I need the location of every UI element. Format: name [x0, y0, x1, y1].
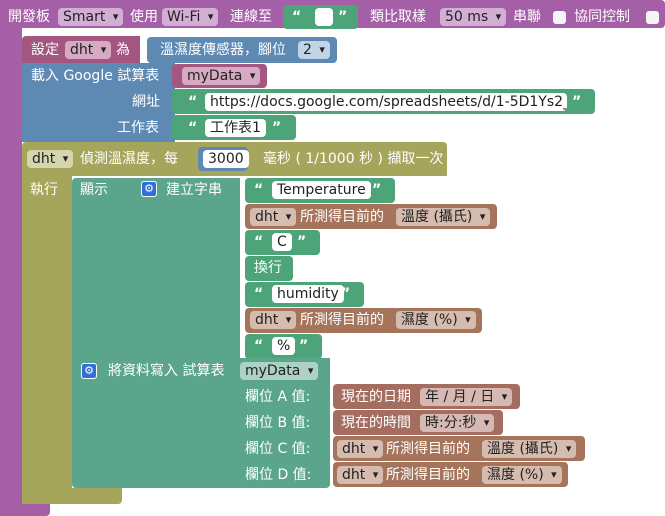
network-type-dropdown[interactable]: Wi-Fi: [162, 8, 219, 26]
newline-label: 換行: [254, 260, 282, 276]
load-sheet-label: 載入 Google 試算表: [31, 68, 160, 84]
interval-unit-label: 毫秒 ( 1/1000 秒 ) 擷取一次: [263, 151, 444, 167]
sensor-var-dropdown[interactable]: dht: [337, 440, 384, 458]
close-quote-icon: ”: [299, 338, 309, 354]
set-label: 設定: [31, 42, 59, 58]
open-quote-icon: “: [254, 286, 264, 302]
sensor-var-dropdown[interactable]: dht: [250, 311, 297, 329]
write-sheet-var-dropdown[interactable]: myData: [240, 362, 319, 380]
temperature-option-dropdown[interactable]: 溫度 (攝氏): [482, 440, 577, 458]
sample-rate-dropdown[interactable]: 50 ms: [440, 8, 507, 26]
sensor-var-dropdown[interactable]: dht: [250, 208, 297, 226]
open-quote-icon: “: [254, 234, 264, 250]
close-quote-icon: ”: [272, 120, 282, 136]
url-label: 網址: [132, 94, 160, 110]
close-quote-icon: ”: [341, 286, 351, 302]
gear-icon[interactable]: ⚙: [141, 181, 157, 197]
board-label-use: 使用: [130, 9, 158, 25]
detect-loop-footer: [22, 488, 122, 504]
close-quote-icon: ”: [338, 9, 348, 25]
board-type-dropdown[interactable]: Smart: [58, 8, 124, 26]
column-c-label: 欄位 C 值:: [245, 441, 311, 457]
url-field[interactable]: https://docs.google.com/spreadsheets/d/1…: [205, 93, 567, 111]
temperature-option-dropdown[interactable]: 溫度 (攝氏): [396, 208, 491, 226]
column-a-label: 欄位 A 值:: [245, 389, 311, 405]
open-quote-icon: “: [254, 182, 264, 198]
serial-checkbox[interactable]: [553, 11, 566, 24]
temperature-text-field[interactable]: Temperature: [272, 181, 371, 199]
sensor-label: 溫濕度傳感器，腳位: [160, 42, 286, 58]
measured-label: 所測得目前的: [300, 209, 384, 225]
display-block[interactable]: [72, 178, 132, 358]
create-string-block[interactable]: [130, 178, 240, 358]
variable-dropdown[interactable]: dht: [65, 41, 112, 59]
loop-variable-dropdown[interactable]: dht: [27, 150, 74, 168]
close-quote-icon: ”: [572, 94, 582, 110]
sheet-variable-dropdown[interactable]: myData: [182, 67, 261, 85]
column-d-label: 欄位 D 值:: [245, 467, 312, 483]
interval-field[interactable]: 3000: [203, 150, 249, 168]
humidity-option-dropdown[interactable]: 濕度 (%): [396, 311, 476, 329]
detect-label: 偵測溫濕度，每: [80, 151, 178, 167]
board-block-body: [0, 28, 22, 516]
percent-text-field[interactable]: %: [272, 337, 296, 355]
date-format-dropdown[interactable]: 年 / 月 / 日: [420, 388, 513, 406]
board-label-serial: 串聯: [513, 9, 541, 25]
sensor-var-dropdown[interactable]: dht: [337, 466, 384, 484]
as-label: 為: [116, 42, 130, 58]
coop-checkbox[interactable]: [646, 11, 659, 24]
worksheet-label: 工作表: [117, 120, 159, 136]
write-sheet-label: 將資料寫入 試算表: [108, 363, 225, 379]
close-quote-icon: ”: [372, 182, 382, 198]
display-label: 顯示: [80, 182, 108, 198]
current-time-label: 現在的時間: [341, 415, 411, 431]
measured-label: 所測得目前的: [300, 312, 384, 328]
detect-loop-body: [22, 176, 72, 504]
humidity-option-dropdown[interactable]: 濕度 (%): [482, 466, 562, 484]
open-quote-icon: “: [188, 94, 198, 110]
close-quote-icon: ”: [297, 234, 307, 250]
board-label-coop: 協同控制: [574, 9, 630, 25]
board-label-open: 開發板: [8, 9, 50, 25]
open-quote-icon: “: [188, 120, 198, 136]
open-quote-icon: “: [254, 338, 264, 354]
board-label-connect: 連線至: [230, 9, 272, 25]
board-label-sample: 類比取樣: [370, 9, 426, 25]
measured-label: 所測得目前的: [386, 441, 470, 457]
create-string-label: 建立字串: [166, 182, 222, 198]
gear-icon[interactable]: ⚙: [81, 363, 97, 379]
celsius-text-field[interactable]: C: [272, 233, 292, 251]
measured-label: 所測得目前的: [386, 467, 470, 483]
worksheet-field[interactable]: 工作表1: [205, 119, 266, 137]
open-quote-icon: “: [292, 9, 302, 25]
column-b-label: 欄位 B 值:: [245, 415, 311, 431]
humidity-text-field[interactable]: humidity: [272, 285, 344, 303]
time-format-dropdown[interactable]: 時:分:秒: [420, 414, 495, 432]
pin-dropdown[interactable]: 2: [298, 41, 330, 59]
current-date-label: 現在的日期: [341, 389, 411, 405]
do-label: 執行: [30, 182, 58, 198]
connection-text-field[interactable]: [315, 8, 333, 26]
